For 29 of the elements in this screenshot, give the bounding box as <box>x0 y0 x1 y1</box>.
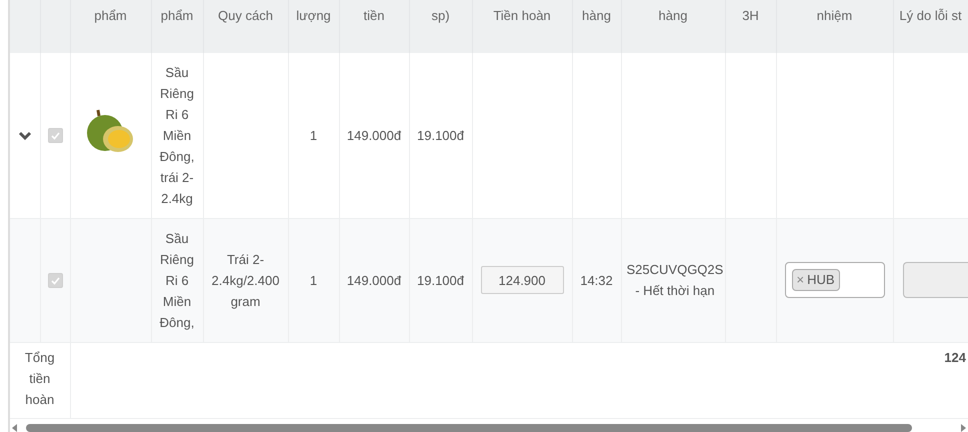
column-header: 3H <box>742 8 759 23</box>
quantity: 1 <box>310 272 318 290</box>
column-header: tiền <box>364 8 384 23</box>
column-header: hàng <box>658 8 688 23</box>
unit-price: 19.100đ <box>417 272 464 290</box>
column-header: phẩm <box>160 8 194 23</box>
product-name: Sầu Riêng Ri 6 Miền Đông, <box>158 230 196 332</box>
check-icon <box>50 276 60 284</box>
total-refund-value: 124 <box>944 348 966 366</box>
delivery-time: 14:32 <box>580 272 613 290</box>
column-header: hàng <box>582 8 611 23</box>
product-spec: Trái 2-2.4kg/2.400 gram <box>210 250 280 311</box>
column-header: Tiền hoàn <box>493 8 551 23</box>
column-header: sp) <box>431 8 450 23</box>
horizontal-scrollbar[interactable] <box>10 422 968 432</box>
column-header: Quy cách <box>218 8 273 23</box>
product-name: Sầu Riêng Ri 6 Miền Đông, trái 2-2.4kg <box>158 64 196 208</box>
check-icon <box>50 132 60 140</box>
total-amount: 149.000đ <box>346 126 402 145</box>
quantity: 1 <box>310 126 318 145</box>
check-code: S25CUVQGQ2S - Hết thời hạn <box>626 261 724 300</box>
tag-label: HUB <box>807 271 835 289</box>
column-header: nhiệm <box>816 8 852 23</box>
total-refund-label: Tổng tiền hoàn <box>24 348 56 408</box>
column-header: Lý do lỗi st <box>899 8 962 23</box>
total-amount: 149.000đ <box>346 272 402 290</box>
unit-price: 19.100đ <box>417 126 464 145</box>
column-header: phẩm <box>94 8 127 23</box>
column-header: lượng <box>296 8 331 23</box>
